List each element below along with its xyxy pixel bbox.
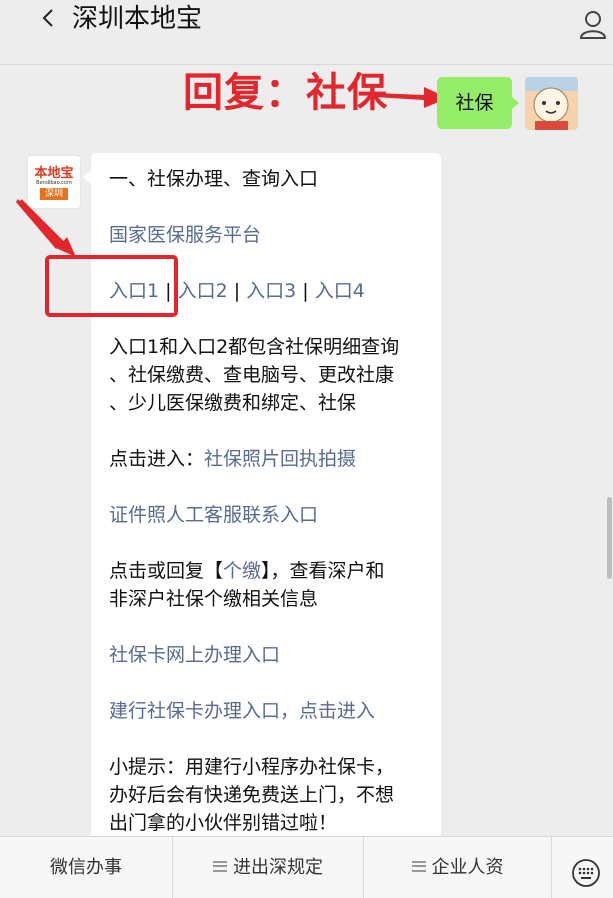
menu-item-entry-exit-rules[interactable]: 进出深规定 bbox=[173, 837, 363, 898]
link-id-photo-service[interactable]: 证件照人工客服联系入口 bbox=[109, 501, 318, 529]
self-pay-row: 点击或回复【个缴】，查看深户和 bbox=[109, 557, 385, 585]
menu-label: 进出深规定 bbox=[233, 857, 323, 878]
self-pay-text-c: 非深户社保个缴相关信息 bbox=[109, 588, 319, 610]
photo-receipt-row: 点击进入：社保照片回执拍摄 bbox=[109, 445, 356, 473]
link-ccb-card[interactable]: 建行社保卡办理入口，点击进入 bbox=[109, 697, 375, 725]
info-paragraph-line: 、社保缴费、查电脑号、更改社康 bbox=[109, 364, 395, 386]
sent-bubble-tail bbox=[511, 96, 519, 110]
link-entry-2[interactable]: 入口2 bbox=[178, 280, 228, 302]
menu-list-icon bbox=[213, 860, 227, 872]
self-pay-text-b: 】，查看深户和 bbox=[261, 560, 385, 582]
bottom-menu-bar: 微信办事 进出深规定 企业人资 bbox=[0, 836, 613, 898]
sent-message-text: 社保 bbox=[455, 92, 494, 114]
annotation-arrow-icon bbox=[16, 199, 76, 257]
scrollbar-thumb[interactable] bbox=[607, 497, 612, 579]
menu-item-enterprise-hr[interactable]: 企业人资 bbox=[364, 837, 551, 898]
keyboard-icon[interactable] bbox=[571, 858, 601, 888]
user-profile-icon[interactable] bbox=[579, 9, 607, 39]
annotation-reply-text: 回复：社保 bbox=[183, 70, 388, 116]
tip-line: 小提示：用建行小程序办社保卡， bbox=[109, 756, 395, 778]
menu-list-icon bbox=[411, 860, 426, 872]
link-entry-4[interactable]: 入口4 bbox=[315, 280, 365, 302]
header-bar: 深圳本地宝 bbox=[0, 0, 613, 65]
menu-divider bbox=[551, 837, 552, 898]
menu-label: 微信办事 bbox=[50, 857, 122, 878]
received-bubble-tail bbox=[83, 170, 91, 184]
self-pay-text-a: 点击或回复【 bbox=[109, 560, 224, 582]
link-national-medical-platform[interactable]: 国家医保服务平台 bbox=[109, 221, 261, 249]
page-title: 深圳本地宝 bbox=[72, 4, 203, 34]
info-paragraph-line: 、少儿医保缴费和绑定、社保 bbox=[109, 392, 357, 414]
tip-line: 出门拿的小伙伴别错过啦！ bbox=[109, 812, 338, 834]
logo-name: 本地宝 bbox=[34, 166, 74, 181]
menu-item-wechat-services[interactable]: 微信办事 bbox=[0, 837, 172, 898]
logo-domain: Bendibao.com bbox=[36, 180, 72, 186]
separator: | bbox=[296, 280, 315, 302]
user-avatar[interactable] bbox=[525, 77, 578, 130]
click-prefix: 点击进入： bbox=[109, 448, 205, 470]
link-photo-receipt[interactable]: 社保照片回执拍摄 bbox=[204, 448, 356, 470]
link-card-online[interactable]: 社保卡网上办理入口 bbox=[109, 641, 280, 669]
link-entry-3[interactable]: 入口3 bbox=[246, 280, 296, 302]
link-self-pay[interactable]: 个缴 bbox=[223, 560, 261, 582]
menu-label: 企业人资 bbox=[431, 857, 504, 878]
separator: | bbox=[227, 280, 247, 302]
annotation-highlight-box bbox=[45, 255, 178, 317]
cartoon-avatar-icon bbox=[525, 77, 578, 130]
tip-line: 办好后会有快递免费送上门，不想 bbox=[109, 784, 395, 806]
section-heading: 一、社保办理、查询入口 bbox=[109, 168, 319, 190]
back-arrow-icon[interactable] bbox=[38, 7, 60, 29]
info-paragraph-line: 入口1和入口2都包含社保明细查询 bbox=[109, 336, 400, 358]
